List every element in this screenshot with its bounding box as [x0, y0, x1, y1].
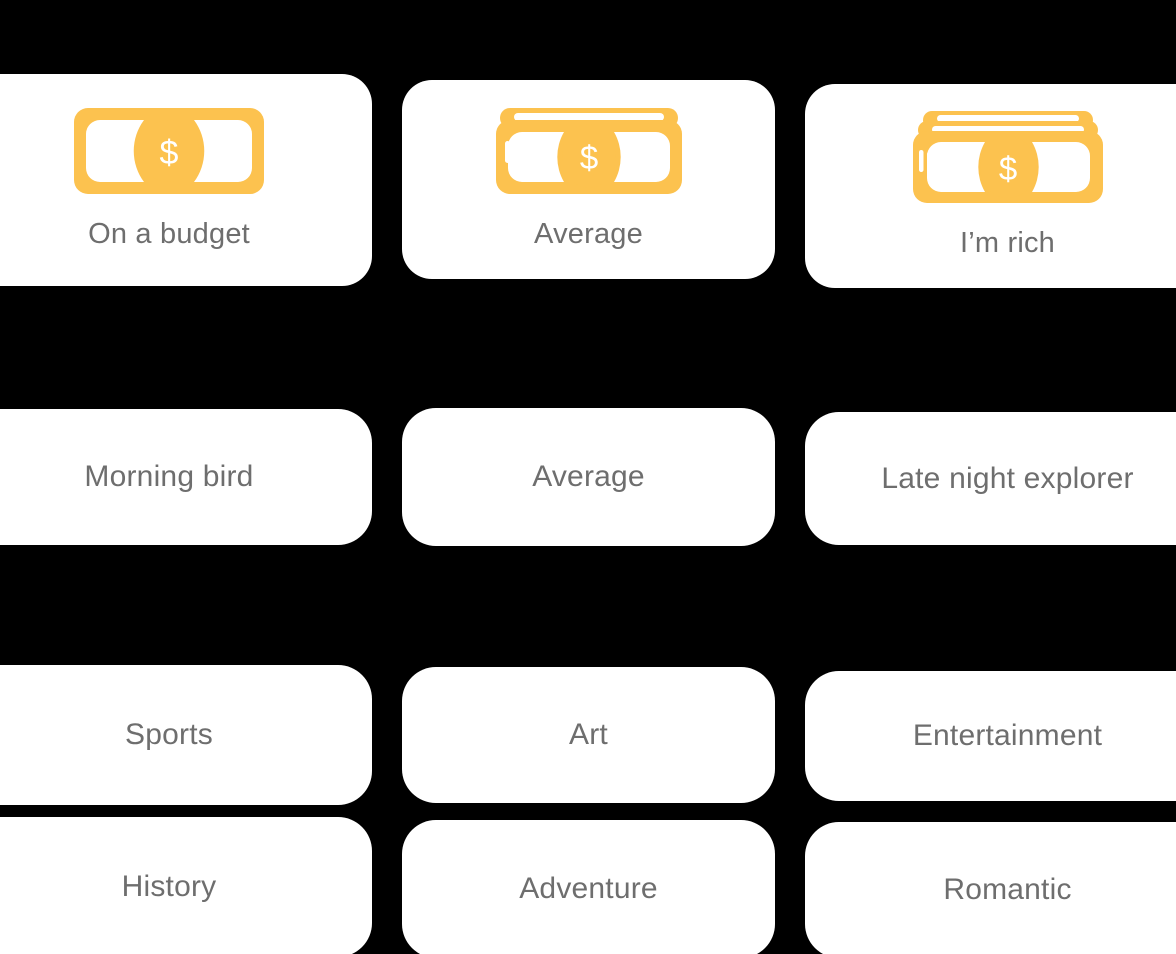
- option-card-history[interactable]: History: [0, 817, 372, 954]
- option-card-entertainment[interactable]: Entertainment: [805, 671, 1176, 801]
- option-card-label: I’m rich: [959, 227, 1056, 260]
- option-card-label: Average: [534, 217, 643, 250]
- selection-screen: $ On a budget $ Average $ I’m rich Morni…: [0, 0, 1176, 954]
- svg-text:$: $: [998, 150, 1016, 187]
- option-card-sports[interactable]: Sports: [0, 665, 372, 805]
- option-card-morning-bird[interactable]: Morning bird: [0, 409, 372, 545]
- svg-text:$: $: [579, 139, 597, 176]
- option-card-label: Average: [532, 460, 645, 493]
- option-card-label: On a budget: [88, 218, 250, 251]
- option-card-label: Morning bird: [84, 460, 254, 493]
- option-card-adventure[interactable]: Adventure: [402, 820, 775, 954]
- option-card-average-schedule[interactable]: Average: [402, 408, 775, 546]
- option-card-on-a-budget[interactable]: $ On a budget: [0, 74, 372, 286]
- money-bill-single-icon: $: [74, 108, 264, 199]
- option-card-late-night-explorer[interactable]: Late night explorer: [805, 412, 1176, 545]
- option-card-label: Romantic: [943, 873, 1072, 906]
- option-card-romantic[interactable]: Romantic: [805, 822, 1176, 954]
- option-card-im-rich[interactable]: $ I’m rich: [805, 84, 1176, 288]
- option-card-label: Late night explorer: [881, 461, 1134, 495]
- money-bill-stack-2-icon: $: [495, 107, 682, 199]
- money-bill-stack-3-icon: $: [912, 111, 1103, 208]
- option-card-label: Sports: [125, 718, 213, 751]
- option-card-art[interactable]: Art: [402, 667, 775, 803]
- option-card-average-budget[interactable]: $ Average: [402, 80, 775, 279]
- option-card-label: Art: [569, 718, 608, 751]
- option-card-label: History: [121, 870, 217, 903]
- svg-text:$: $: [160, 134, 179, 172]
- option-card-label: Adventure: [519, 872, 658, 905]
- option-card-label: Entertainment: [912, 719, 1103, 752]
